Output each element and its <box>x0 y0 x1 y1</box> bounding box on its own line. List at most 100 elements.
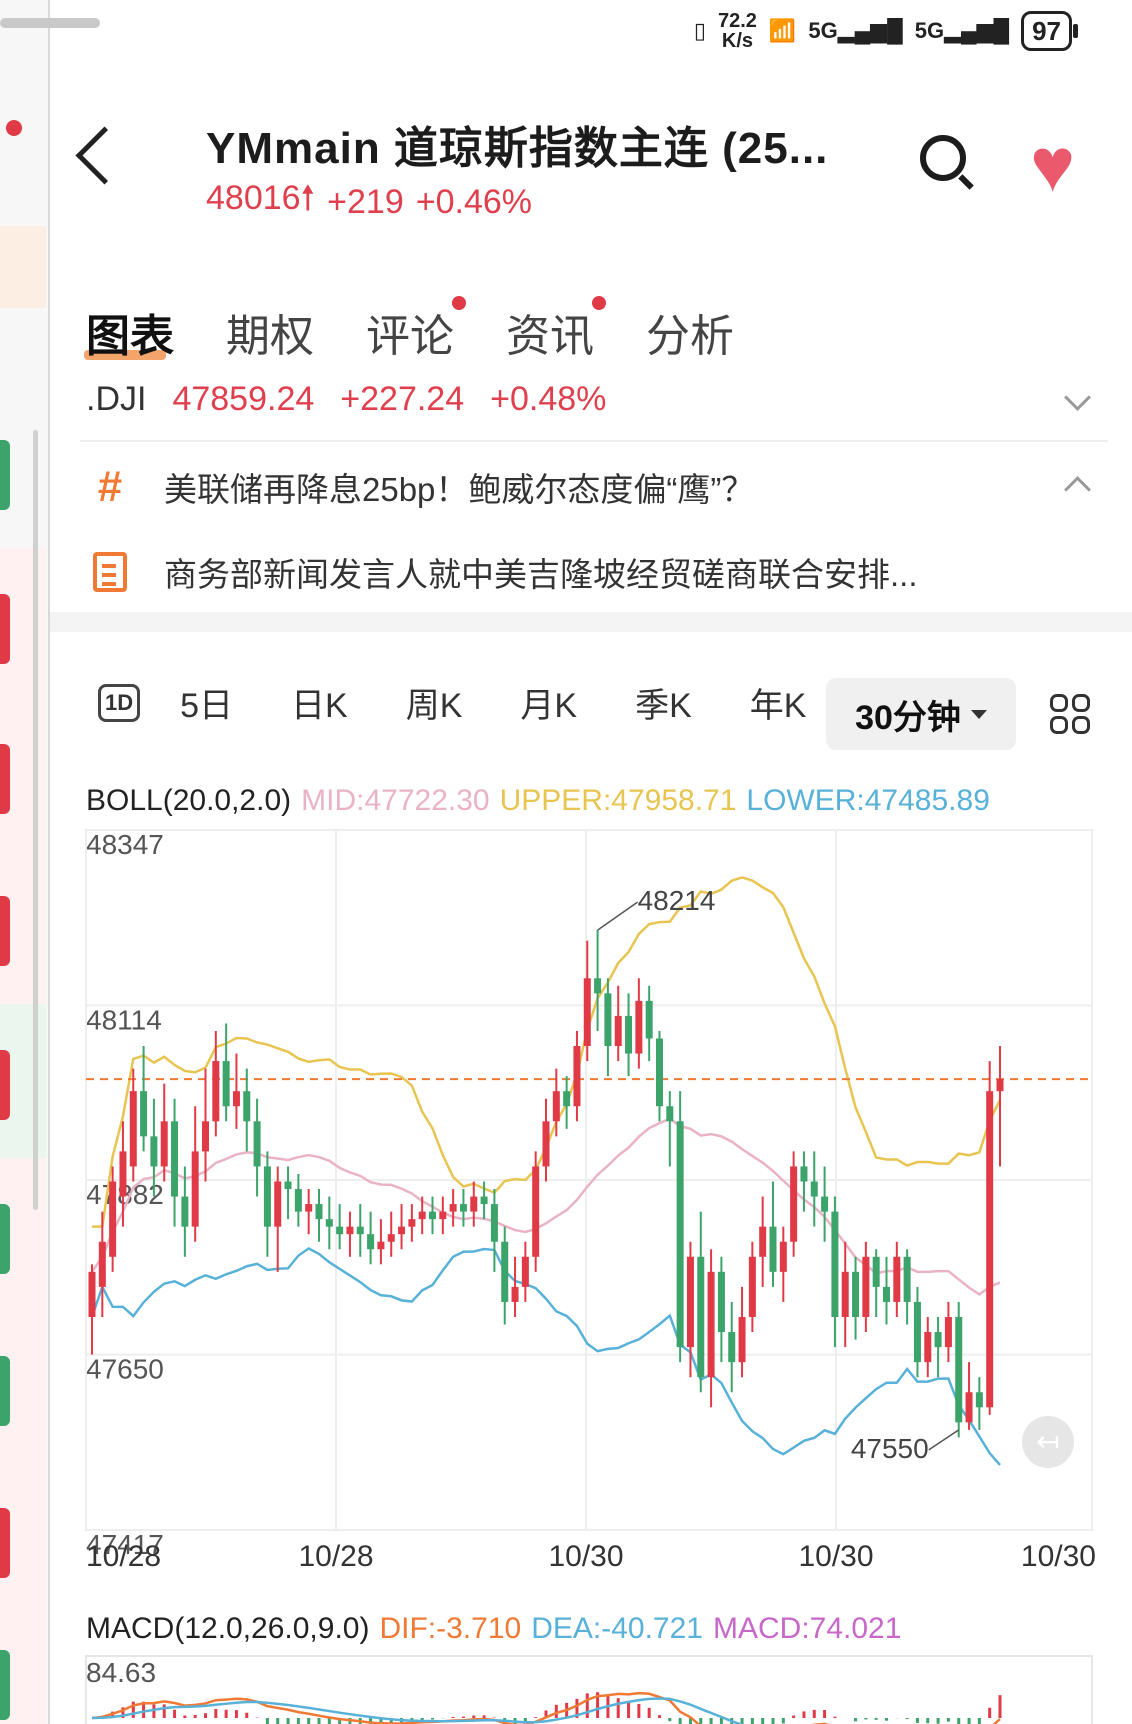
signal-2: 5G▂▄▆█ <box>914 18 1010 43</box>
candle-body <box>883 1286 890 1302</box>
candle-body <box>336 1226 344 1235</box>
candle-body <box>202 1121 209 1152</box>
y-tick-label: 48347 <box>86 829 164 860</box>
candle-body <box>212 1061 220 1122</box>
macd-top-label: 84.63 <box>86 1657 156 1688</box>
candle-body <box>284 1181 292 1190</box>
candle-body <box>594 978 602 994</box>
period-day[interactable]: 日K <box>291 678 348 727</box>
candle-body <box>109 1181 117 1257</box>
tab-news[interactable]: 资讯 <box>506 296 606 364</box>
top-indicator-pill <box>0 18 100 28</box>
header-price: 48016🠕 <box>206 179 316 217</box>
candle-body <box>253 1121 261 1167</box>
candle-body <box>583 978 591 1047</box>
candle-body <box>501 1241 509 1302</box>
candle-body <box>810 1181 818 1197</box>
candle-body <box>893 1256 901 1302</box>
tab-bar: 图表 期权 评论 资讯 分析 <box>84 296 734 364</box>
net-speed: 72.2 K/s <box>717 10 757 52</box>
notification-dot <box>592 296 606 310</box>
candle-body <box>996 1079 1004 1092</box>
period-selector: 1D 5日 日K 周K 月K 季K 年K <box>98 678 864 727</box>
candle-body <box>470 1196 478 1212</box>
arrow-up-icon: 🠕 <box>300 179 316 217</box>
candle-body <box>129 1091 137 1167</box>
candle-body <box>150 1136 158 1167</box>
candle-body <box>944 1316 952 1348</box>
tab-options[interactable]: 期权 <box>226 300 314 364</box>
tab-comments[interactable]: 评论 <box>366 296 466 364</box>
candle-body <box>398 1226 406 1235</box>
candle-body <box>160 1121 168 1167</box>
candle-body <box>728 1332 736 1363</box>
candle-body <box>521 1256 529 1287</box>
period-month[interactable]: 月K <box>520 678 577 727</box>
boll-legend: BOLL(20.0,2.0) MID:47722.30 UPPER:47958.… <box>86 784 990 817</box>
index-change-pct: +0.48% <box>490 380 607 414</box>
candle-body <box>243 1091 251 1122</box>
candle-body <box>222 1061 230 1107</box>
candle-body <box>232 1091 240 1107</box>
candle-body <box>480 1196 488 1205</box>
boll-mid: MID:47722.30 <box>301 784 490 817</box>
period-30min-dropdown[interactable]: 30分钟 <box>826 678 1016 750</box>
tab-analysis[interactable]: 分析 <box>646 300 734 364</box>
candle-body <box>872 1256 880 1287</box>
candle-body <box>315 1204 323 1220</box>
candle-body <box>88 1271 96 1317</box>
candle-body <box>274 1181 282 1227</box>
candle-body <box>367 1234 375 1250</box>
candle-body <box>717 1271 725 1333</box>
period-quarter[interactable]: 季K <box>635 678 692 727</box>
candle-body <box>573 1046 581 1107</box>
annotation-leader <box>597 901 639 931</box>
candle-body <box>903 1256 911 1302</box>
candle-body <box>377 1241 385 1250</box>
vibrate-icon: ▯ <box>693 18 706 43</box>
back-icon[interactable] <box>75 126 134 185</box>
candle-body <box>790 1166 798 1242</box>
period-1d-button[interactable]: 1D <box>98 683 141 722</box>
rewind-icon[interactable]: ↤ <box>1022 1416 1074 1468</box>
period-year[interactable]: 年K <box>750 678 807 727</box>
notification-dot <box>452 296 466 310</box>
candle-body <box>387 1234 395 1242</box>
period-5d[interactable]: 5日 <box>180 678 233 727</box>
candle-body <box>965 1392 973 1423</box>
macd-dea: DEA:-40.721 <box>531 1612 703 1645</box>
period-week[interactable]: 周K <box>406 678 463 727</box>
candle-body <box>542 1121 550 1167</box>
index-price: 47859.24 <box>172 380 315 414</box>
candle-body <box>552 1091 560 1122</box>
candle-body <box>418 1211 426 1220</box>
candle-body <box>408 1219 416 1227</box>
search-icon[interactable] <box>920 135 966 181</box>
candle-body <box>449 1204 457 1212</box>
candle-body <box>439 1211 447 1220</box>
candle-body <box>769 1226 777 1272</box>
candle-body <box>862 1256 870 1317</box>
heart-icon[interactable]: ♥ <box>1030 128 1075 204</box>
candle-body <box>831 1211 839 1317</box>
candle-body <box>676 1121 684 1348</box>
candle-body <box>841 1271 849 1317</box>
candle-body <box>697 1256 705 1378</box>
grid-menu-icon[interactable] <box>1050 694 1090 734</box>
candle-body <box>625 1015 633 1054</box>
page-title: YMmain 道琼斯指数主连 (25... <box>206 124 829 173</box>
candle-body <box>738 1316 746 1363</box>
candle-body <box>986 1091 994 1408</box>
news-item[interactable]: 商务部新闻发言人就中美吉隆坡经贸磋商联合安排... <box>86 548 918 596</box>
news-item[interactable]: # 美联储再降息25bp！鲍威尔态度偏“鹰”？ <box>86 462 755 512</box>
candle-body <box>821 1196 829 1212</box>
tab-chart[interactable]: 图表 <box>84 300 174 364</box>
candle-body <box>563 1091 571 1107</box>
index-row[interactable]: .DJI 47859.24 +227.24 +0.48% <box>86 380 1096 414</box>
annotation-leader <box>928 1429 960 1451</box>
candlestick-chart[interactable]: 483474811447882476504741710/2810/2810/30… <box>0 820 1132 1580</box>
x-tick-label: 10/30 <box>548 1540 623 1573</box>
candle-body <box>511 1286 519 1302</box>
candle-body <box>171 1121 179 1197</box>
chevron-up-icon[interactable] <box>1064 476 1091 503</box>
